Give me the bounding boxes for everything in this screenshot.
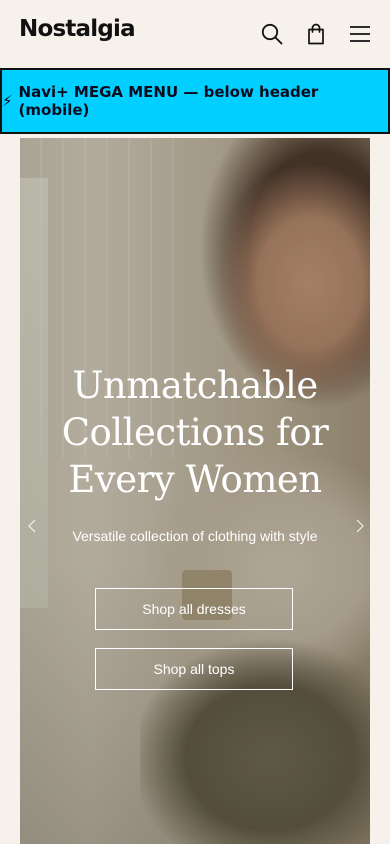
shopping-bag-icon: [306, 23, 326, 45]
shop-dresses-button[interactable]: Shop all dresses: [95, 588, 293, 630]
slider-prev-button[interactable]: [24, 518, 40, 538]
site-logo[interactable]: Nostalgia: [19, 16, 136, 42]
hero-title-line: Every Women: [68, 458, 322, 501]
menu-icon: [349, 24, 371, 44]
cart-button[interactable]: [304, 22, 328, 46]
site-header: Nostalgia: [0, 0, 390, 68]
hero-subtitle: Versatile collection of clothing with st…: [72, 528, 318, 544]
menu-button[interactable]: [348, 22, 372, 46]
chevron-right-icon: [356, 519, 364, 538]
search-icon: [261, 23, 283, 45]
mega-menu-banner[interactable]: ⚡ Navi+ MEGA MENU — below header (mobile…: [0, 68, 390, 134]
hero-title-line: Collections for: [61, 411, 329, 454]
hero-title-line: Unmatchable: [72, 364, 318, 407]
hero-banner: Unmatchable Collections for Every Women …: [20, 138, 370, 844]
chevron-left-icon: [28, 519, 36, 538]
lightning-icon: ⚡: [2, 92, 13, 110]
slider-next-button[interactable]: [352, 518, 368, 538]
mega-menu-label: Navi+ MEGA MENU — below header (mobile): [18, 83, 319, 119]
hero-title: Unmatchable Collections for Every Women: [20, 362, 370, 503]
page: Nostalgia ⚡ Navi+ MEGA MENU — below head…: [0, 0, 390, 844]
search-button[interactable]: [260, 22, 284, 46]
shop-tops-button[interactable]: Shop all tops: [95, 648, 293, 690]
